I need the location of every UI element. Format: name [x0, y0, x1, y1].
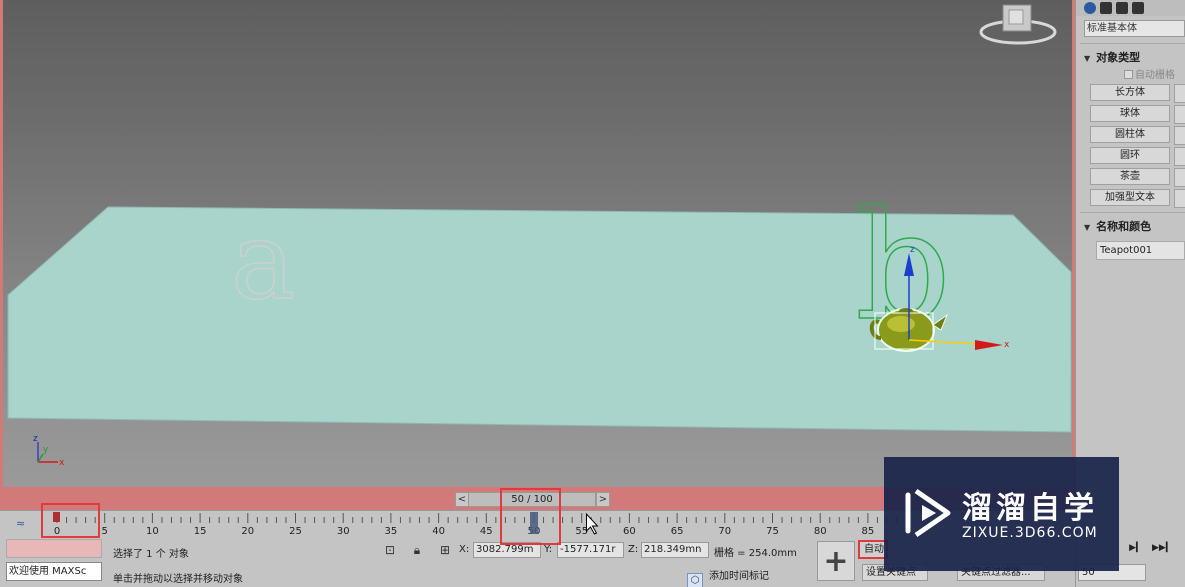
selection-lock-icon[interactable]: 🔒︎ [409, 542, 425, 558]
maxscript-listener-input[interactable]: 欢迎使用 MAXSc [6, 562, 102, 581]
object-type-title: 对象类型 [1096, 51, 1141, 64]
ruler-tick-label: 15 [194, 526, 207, 537]
ruler-tick-label: 10 [146, 526, 159, 537]
checkbox-icon [1124, 70, 1133, 79]
object-category-dropdown[interactable]: 标准基本体 [1084, 20, 1185, 37]
torus-button[interactable]: 圆环 [1090, 147, 1185, 166]
name-and-color-title: 名称和颜色 [1096, 220, 1152, 233]
ruler-tick-label: 25 [289, 526, 302, 537]
hierarchy-tab-icon[interactable] [1116, 2, 1128, 14]
world-axis-tripod: z x y [33, 434, 65, 468]
watermark-title: 溜溜自学 [962, 491, 1098, 526]
mouse-cursor-icon [585, 512, 599, 535]
absolute-mode-transform-icon[interactable]: ⊞ [437, 542, 453, 558]
object-type-rollout[interactable]: ▼ 对象类型 [1084, 50, 1185, 66]
ruler-tick-label: 70 [718, 526, 731, 537]
command-panel-tabs [1076, 0, 1185, 16]
selection-status-text: 选择了 1 个 对象 [113, 549, 189, 560]
maxscript-listener-output[interactable] [6, 539, 102, 558]
watermark: 溜溜自学 ZIXUE.3D66.COM [884, 457, 1119, 571]
cylinder-button[interactable]: 圆柱体 [1090, 126, 1185, 145]
ruler-tick-label: 80 [814, 526, 827, 537]
ruler-tick-label: 85 [862, 526, 875, 537]
collapse-triangle-icon: ▼ [1084, 54, 1091, 63]
svg-text:x: x [59, 458, 65, 468]
svg-text:z: z [33, 434, 38, 444]
ruler-tick-label: 40 [432, 526, 445, 537]
autogrid-checkbox[interactable]: 自动栅格 [1124, 68, 1185, 84]
play-logo-icon [905, 488, 951, 538]
viewport-scene: a b x z z x y [7, 4, 1072, 468]
z-coordinate-field[interactable]: 218.349mn [641, 542, 709, 558]
object-type-buttons: 长方体 球体 圆柱体 圆环 茶壶 加强型文本 [1076, 84, 1185, 208]
svg-text:z: z [910, 245, 915, 255]
box-button[interactable]: 长方体 [1090, 84, 1185, 103]
set-key-plus-button[interactable]: + [817, 541, 855, 581]
grid-size-text: 栅格 = 254.0mm [714, 548, 797, 559]
ruler-tick-label: 20 [241, 526, 254, 537]
ruler-tick-label: 75 [766, 526, 779, 537]
ruler-tick-label: 30 [337, 526, 350, 537]
object-name-field[interactable]: Teapot001 [1096, 241, 1185, 260]
next-frame-icon[interactable]: ▶▎ [1127, 543, 1145, 557]
name-and-color-rollout[interactable]: ▼ 名称和颜色 [1084, 219, 1185, 235]
text-plus-button[interactable]: 加强型文本 [1090, 189, 1185, 208]
time-slider-next-button[interactable]: > [596, 492, 610, 507]
autogrid-label: 自动栅格 [1135, 70, 1175, 81]
perspective-viewport[interactable]: a b x z z x y [0, 0, 1075, 490]
modify-tab-icon[interactable] [1100, 2, 1112, 14]
collapse-triangle-icon: ▼ [1084, 223, 1091, 232]
watermark-url: ZIXUE.3D66.COM [962, 525, 1098, 541]
ruler-tick-label: 65 [671, 526, 684, 537]
y-coordinate-field[interactable]: -1577.171r [557, 542, 624, 558]
viewcube-icon[interactable] [979, 4, 1057, 45]
curve-editor-icon: ≈ [16, 517, 25, 530]
svg-text:y: y [43, 445, 49, 455]
y-coordinate-label: Y: [544, 544, 553, 555]
motion-tab-icon[interactable] [1132, 2, 1144, 14]
app-root: a b x z z x y < 50 / 100 > ≈ 0 5 10 15 2… [0, 0, 1185, 587]
highlight-frame-0 [41, 503, 100, 538]
create-tab-icon[interactable] [1084, 2, 1096, 14]
time-slider-prev-button[interactable]: < [455, 492, 469, 507]
sphere-button[interactable]: 球体 [1090, 105, 1185, 124]
svg-text:x: x [1004, 340, 1010, 350]
ruler-tick-label: 5 [102, 526, 108, 537]
add-time-tag-button[interactable]: ⬡ 添加时间标记 [687, 567, 769, 587]
z-coordinate-label: Z: [628, 544, 639, 555]
teapot-button[interactable]: 茶壶 [1090, 168, 1185, 187]
ruler-tick-label: 35 [385, 526, 398, 537]
isolate-selection-icon[interactable]: ⊡ [382, 542, 398, 558]
ruler-tick-label: 60 [623, 526, 636, 537]
prompt-hint-text: 单击并拖动以选择并移动对象 [113, 574, 243, 585]
ruler-tick-label: 45 [480, 526, 493, 537]
go-to-end-icon[interactable]: ▶▶▎ [1152, 543, 1173, 557]
highlight-frame-50 [500, 488, 561, 545]
time-tag-icon: ⬡ [687, 573, 703, 587]
x-coordinate-label: X: [459, 544, 470, 555]
add-time-tag-label: 添加时间标记 [709, 571, 769, 582]
text-object-a: a [231, 199, 295, 324]
